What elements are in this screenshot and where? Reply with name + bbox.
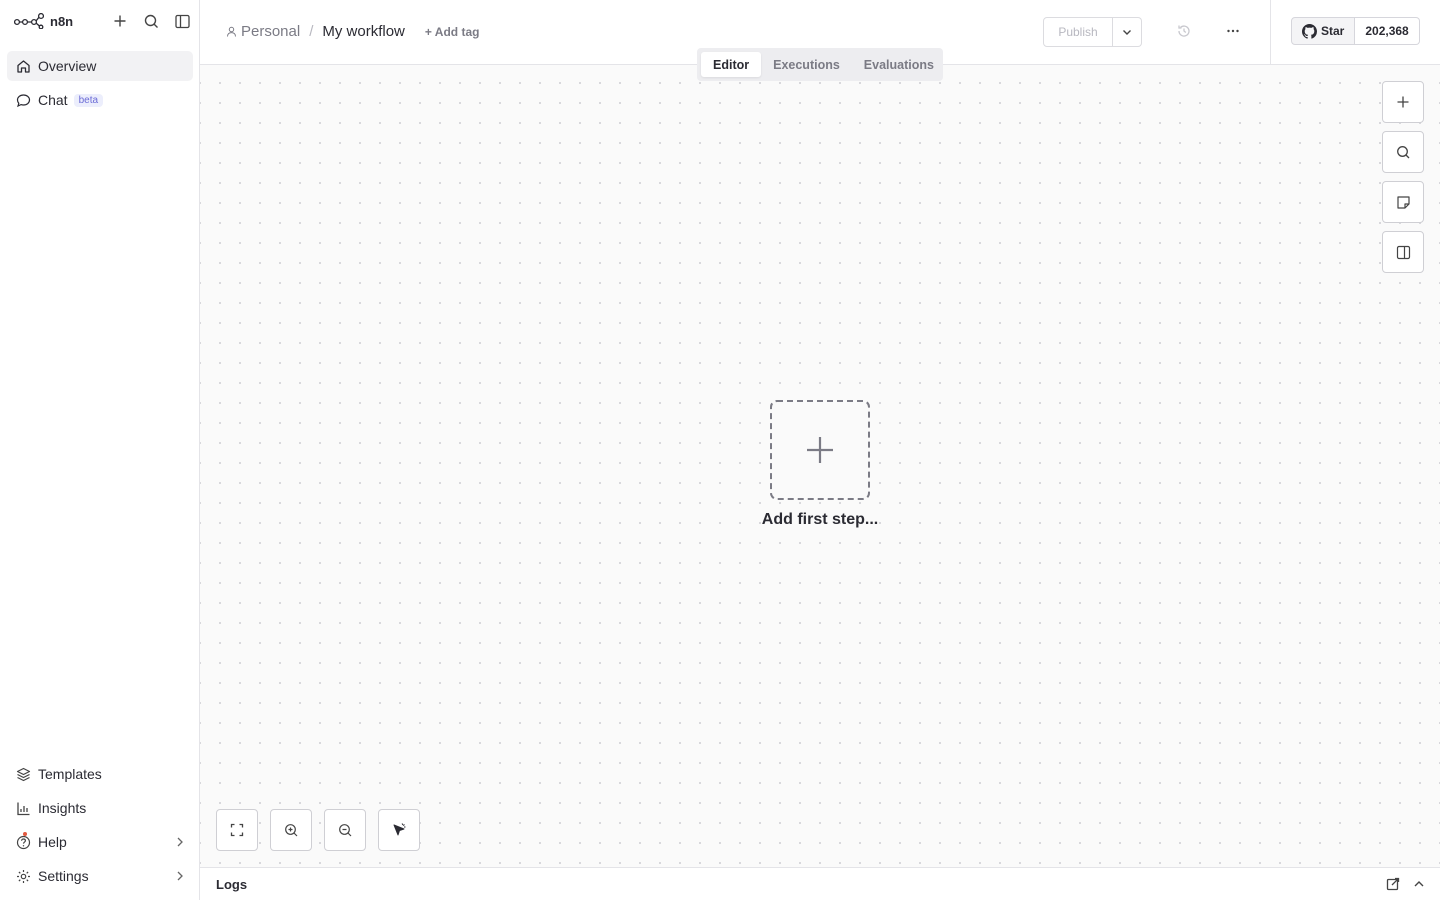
sidebar-item-label: Overview [38, 58, 97, 74]
more-options-icon[interactable] [1225, 22, 1241, 43]
workflow-canvas[interactable]: Add first step... [200, 65, 1440, 867]
templates-icon [15, 766, 31, 782]
plus-icon [807, 437, 833, 463]
add-first-step-label: Add first step... [761, 511, 879, 528]
add-sticky-note-button[interactable] [1382, 181, 1424, 223]
fit-view-icon [230, 823, 244, 837]
sidebar-item-insights[interactable]: Insights [7, 793, 193, 823]
chat-icon [15, 92, 31, 108]
add-tag-button[interactable]: + Add tag [425, 25, 480, 39]
help-icon [15, 834, 31, 850]
pop-out-icon[interactable] [1386, 877, 1400, 896]
breadcrumb-project-label: Personal [241, 23, 301, 40]
user-icon [227, 26, 236, 37]
sidebar-item-label: Insights [38, 800, 87, 816]
sidebar-item-templates[interactable]: Templates [7, 759, 193, 789]
zoom-in-icon [284, 823, 297, 836]
tab-editor[interactable]: Editor [701, 52, 762, 77]
zoom-in-button[interactable] [270, 809, 312, 851]
tidy-up-icon [393, 823, 406, 836]
search-nodes-button[interactable] [1382, 131, 1424, 173]
n8n-logo-icon [14, 13, 44, 29]
header-divider [1270, 0, 1271, 65]
sidebar-item-label: Help [38, 834, 67, 850]
zoom-out-button[interactable] [324, 809, 366, 851]
plus-icon [1397, 96, 1409, 108]
github-star-group: Star 202,368 [1291, 17, 1420, 45]
zoom-out-icon [338, 823, 351, 836]
notification-dot [23, 832, 27, 836]
chevron-up-icon[interactable] [1412, 877, 1426, 896]
publish-button[interactable]: Publish [1043, 17, 1113, 47]
fit-view-button[interactable] [216, 809, 258, 851]
beta-badge: beta [73, 93, 104, 107]
breadcrumb-project[interactable]: Personal [226, 23, 300, 40]
chevron-down-icon [1123, 30, 1131, 35]
panel-icon [1396, 245, 1410, 259]
tab-executions[interactable]: Executions [761, 52, 852, 77]
sidebar-item-label: Chat [38, 92, 68, 108]
sidebar-item-help[interactable]: Help [7, 827, 193, 857]
plus-icon[interactable] [110, 11, 130, 31]
logo[interactable]: n8n [14, 10, 73, 32]
breadcrumb-separator: / [309, 23, 314, 40]
sidebar-item-settings[interactable]: Settings [7, 861, 193, 891]
sidebar: n8n Overview Chat beta Templates Insight… [0, 0, 200, 900]
chevron-right-icon [175, 835, 185, 852]
chart-icon [15, 800, 31, 816]
github-star-label: Star [1321, 24, 1345, 38]
publish-group: Publish [1043, 17, 1142, 47]
sticky-note-icon [1396, 195, 1410, 209]
search-icon [1396, 145, 1409, 158]
logs-label: Logs [216, 877, 248, 892]
logo-text: n8n [50, 13, 74, 29]
toggle-panel-button[interactable] [1382, 231, 1424, 273]
github-icon [1302, 23, 1317, 39]
search-icon[interactable] [141, 11, 161, 31]
tidy-up-button[interactable] [378, 809, 420, 851]
github-star-button[interactable]: Star [1291, 17, 1356, 45]
logs-panel[interactable]: Logs [200, 867, 1440, 900]
sidebar-item-overview[interactable]: Overview [7, 51, 193, 81]
view-tabs: Editor Executions Evaluations [697, 48, 943, 81]
breadcrumb: Personal / My workflow + Add tag [226, 23, 479, 40]
sidebar-item-chat[interactable]: Chat beta [7, 85, 193, 115]
gear-icon [15, 868, 31, 884]
sidebar-item-label: Settings [38, 868, 89, 884]
home-icon [15, 58, 31, 74]
github-star-count[interactable]: 202,368 [1355, 17, 1420, 45]
history-icon[interactable] [1176, 23, 1192, 44]
sidebar-item-label: Templates [38, 766, 102, 782]
add-node-button[interactable] [1382, 81, 1424, 123]
workflow-name[interactable]: My workflow [322, 23, 405, 40]
tab-evaluations[interactable]: Evaluations [852, 52, 946, 77]
add-first-step-button[interactable] [770, 400, 870, 500]
publish-dropdown-button[interactable] [1113, 17, 1142, 47]
sidebar-toggle-icon[interactable] [172, 11, 192, 31]
chevron-right-icon [175, 869, 185, 886]
